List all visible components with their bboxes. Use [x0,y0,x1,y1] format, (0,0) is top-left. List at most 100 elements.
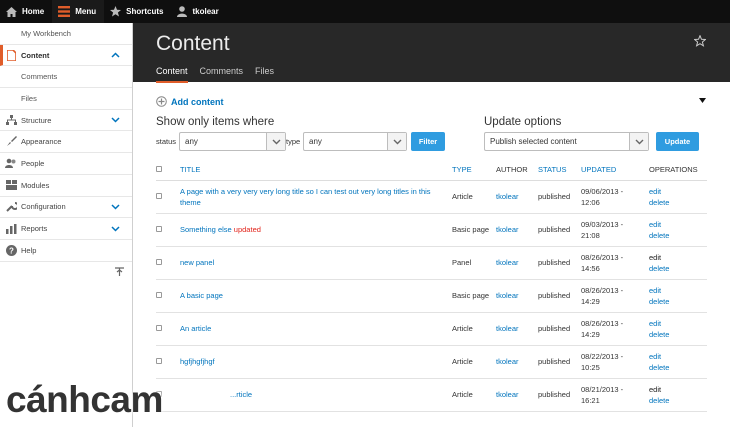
row-type: Article [452,345,496,379]
sidebar-item-my-workbench[interactable]: My Workbench [0,23,132,45]
row-edit-link[interactable]: edit [649,384,707,395]
sidebar-item-label: My Workbench [21,28,71,38]
chevron-up-icon[interactable] [111,52,120,58]
row-delete-link[interactable]: delete [649,362,707,373]
select-all-checkbox[interactable] [156,166,162,173]
user-icon [177,6,188,17]
row-type: Panel [452,246,496,280]
row-edit-link[interactable]: edit [649,252,707,263]
caret-down-icon[interactable] [699,98,706,103]
sidebar-item-structure[interactable]: Structure [0,110,132,132]
admin-sidebar: My Workbench Content Comments Files Stru… [0,23,133,427]
sidebar-item-comments[interactable]: Comments [0,66,132,89]
row-title-link[interactable]: hgfjhgfjhgf [180,357,215,366]
sidebar-item-configuration[interactable]: Configuration [0,197,132,219]
row-checkbox[interactable] [156,193,162,199]
people-icon [5,157,17,169]
sidebar-item-help[interactable]: ? Help [0,240,132,262]
column-type[interactable]: TYPE [452,160,496,181]
type-label: type [286,137,301,146]
sidebar-item-label: Appearance [21,137,62,147]
row-delete-link[interactable]: delete [649,395,707,406]
row-checkbox[interactable] [156,358,162,364]
row-checkbox[interactable] [156,259,162,265]
row-date: 09/06/2013 - [581,186,624,196]
update-button[interactable]: Update [656,132,699,151]
row-edit-link[interactable]: edit [649,219,707,230]
column-status[interactable]: STATUS [538,160,581,181]
toolbar-shortcuts[interactable]: Shortcuts [104,0,171,23]
chevron-down-icon[interactable] [111,204,120,210]
row-author-link[interactable]: tkolear [496,258,519,267]
toolbar-home[interactable]: Home [0,0,52,23]
row-author-link[interactable]: tkolear [496,192,519,201]
row-delete-link[interactable]: delete [649,329,707,340]
update-heading: Update options [484,116,562,128]
row-delete-link[interactable]: delete [649,230,707,241]
row-author-link[interactable]: tkolear [496,225,519,234]
row-time: 14:29 [581,329,600,339]
row-title-link[interactable]: An article [180,324,211,333]
row-time: 14:29 [581,296,600,306]
row-title-link[interactable]: ...rticle [180,390,252,399]
table-row: ...rticle Article tkolear published 08/2… [156,378,707,412]
home-icon [6,6,17,17]
sidebar-item-label: Content [21,50,50,60]
sidebar-item-reports[interactable]: Reports [0,218,132,240]
sidebar-item-label: Reports [21,224,48,234]
tab-comments[interactable]: Comments [200,66,244,83]
row-checkbox[interactable] [156,325,162,331]
row-time: 12:06 [581,197,600,207]
row-edit-link[interactable]: edit [649,318,707,329]
row-edit-link[interactable]: edit [649,285,707,296]
pin-toggle-icon[interactable] [115,267,124,276]
row-title-link[interactable]: Something else [180,225,234,234]
row-title-link[interactable]: A page with a very very very long title … [180,187,431,207]
row-delete-link[interactable]: delete [649,263,707,274]
sidebar-item-appearance[interactable]: Appearance [0,131,132,154]
add-content-link[interactable]: Add content [156,96,224,107]
svg-text:?: ? [9,246,14,255]
row-delete-link[interactable]: delete [649,296,707,307]
row-author-link[interactable]: tkolear [496,324,519,333]
row-edit-link[interactable]: edit [649,186,707,197]
filter-heading: Show only items where [156,116,275,128]
row-type: Article [452,180,496,214]
row-type: Article [452,312,496,346]
update-options-select[interactable]: Publish selected content [484,132,649,151]
toolbar-user[interactable]: tkolear [171,0,226,23]
row-title-link[interactable]: new panel [180,258,214,267]
row-edit-link[interactable]: edit [649,351,707,362]
sidebar-item-label: Comments [21,72,58,82]
column-title[interactable]: TITLE [180,160,452,181]
sidebar-item-modules[interactable]: Modules [0,175,132,197]
chevron-down-icon[interactable] [111,226,120,232]
star-outline-icon[interactable] [694,35,706,47]
tab-content[interactable]: Content [156,66,188,83]
table-row: A page with a very very very long title … [156,180,707,214]
filter-button[interactable]: Filter [411,132,445,151]
table-row: Something else updated Basic page tkolea… [156,213,707,247]
row-date: 08/21/2013 - [581,384,624,394]
row-date: 08/26/2013 - [581,285,624,295]
row-type: Basic page [452,279,496,313]
type-select[interactable]: any [303,132,407,151]
status-select[interactable]: any [179,132,286,151]
row-author-link[interactable]: tkolear [496,357,519,366]
table-row: An article Article tkolear published 08/… [156,312,707,346]
row-title-link[interactable]: A basic page [180,291,223,300]
chevron-down-icon[interactable] [111,117,120,123]
sidebar-item-content[interactable]: Content [0,44,132,67]
sidebar-item-people[interactable]: People [0,153,132,175]
row-author-link[interactable]: tkolear [496,291,519,300]
column-updated[interactable]: UPDATED [581,160,649,181]
row-author-link[interactable]: tkolear [496,390,519,399]
tab-files[interactable]: Files [255,66,274,83]
row-checkbox[interactable] [156,292,162,298]
sidebar-item-files[interactable]: Files [0,88,132,110]
row-checkbox[interactable] [156,226,162,232]
page-header: Content Content Comments Files [133,23,730,83]
toolbar-menu[interactable]: Menu [52,0,105,23]
sidebar-item-label: Structure [21,115,52,125]
row-delete-link[interactable]: delete [649,197,707,208]
